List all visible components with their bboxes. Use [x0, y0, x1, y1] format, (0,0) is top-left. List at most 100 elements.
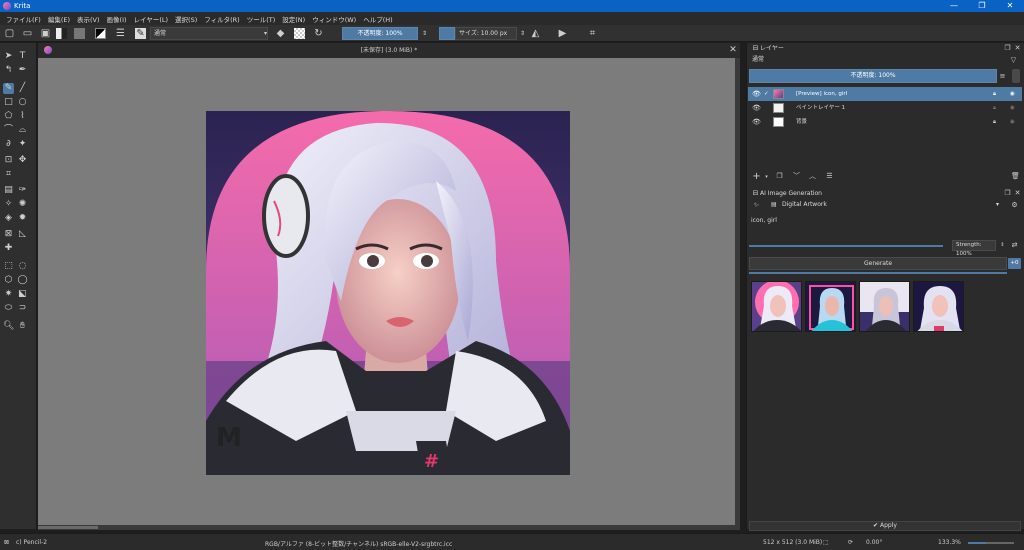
opacity-stepper-icon[interactable]: ⇕	[419, 28, 430, 39]
bezier-tool-icon[interactable]: ⌒	[3, 125, 14, 136]
preserve-alpha-icon[interactable]	[294, 28, 305, 39]
menu-window[interactable]: ウィンドウ(W)	[312, 14, 356, 24]
close-panel-icon[interactable]: ✕	[1013, 44, 1022, 53]
gradient-tool-icon[interactable]: ▤	[3, 185, 14, 196]
polygon-tool-icon[interactable]: ⬠	[3, 111, 14, 122]
color-picker-icon[interactable]: ✑	[17, 185, 28, 196]
multibrush-icon[interactable]: ✦	[17, 139, 28, 150]
stepper-icon[interactable]: ⇕	[998, 241, 1007, 250]
reference-tool-icon[interactable]: ✚	[3, 243, 14, 254]
layer-blend-mode-select[interactable]: 通常	[749, 55, 1007, 66]
layer-properties-icon[interactable]: ☰	[825, 172, 834, 181]
new-document-icon[interactable]: ▢	[4, 28, 15, 39]
reload-preset-icon[interactable]: ↻	[313, 28, 324, 39]
document-tab[interactable]: [未保存] (3.0 MiB) *	[38, 43, 740, 58]
dynamic-brush-icon[interactable]: ∂	[3, 139, 14, 150]
eraser-icon[interactable]: ◆	[275, 28, 286, 39]
eye-icon[interactable]: 👁︎	[752, 115, 761, 129]
bezier-select-icon[interactable]: ⬭	[3, 303, 14, 314]
magic-wand-icon[interactable]: ✨︎	[752, 201, 761, 210]
chevron-down-icon[interactable]: ▾	[762, 173, 771, 182]
eye-icon[interactable]: 👁︎	[752, 101, 761, 115]
select-shapes-icon[interactable]: ➤	[3, 51, 14, 62]
polygon-select-icon[interactable]: ⬡	[3, 275, 14, 286]
freehand-brush-icon[interactable]: ✎	[3, 83, 14, 94]
layer-opacity-slider[interactable]: 不透明度: 100%	[749, 69, 997, 83]
filter-icon[interactable]: ▽	[1009, 56, 1018, 65]
brush-preset-icon[interactable]: ✎	[135, 28, 146, 39]
magnetic-select-icon[interactable]: ⊃	[17, 303, 28, 314]
settings-gear-icon[interactable]: ⚙︎	[1010, 201, 1019, 210]
pan-tool-icon[interactable]: ✋︎	[17, 321, 28, 332]
rectangle-tool-icon[interactable]: □	[3, 97, 14, 108]
strength-slider[interactable]	[749, 245, 943, 247]
edit-shapes-icon[interactable]: ↰	[3, 65, 14, 76]
close-document-icon[interactable]: ✕	[726, 43, 740, 58]
float-panel-icon[interactable]: ❐	[1003, 189, 1012, 198]
rect-select-icon[interactable]: ⬚	[3, 261, 14, 272]
horizontal-scrollbar[interactable]	[38, 525, 740, 530]
alpha-icon[interactable]: ◉	[1010, 87, 1015, 101]
polyline-tool-icon[interactable]: ⌇	[17, 111, 28, 122]
mirror-vertical-icon[interactable]: ▶	[557, 28, 568, 39]
control-layer-icon[interactable]: ⇄	[1010, 241, 1019, 250]
rotate-icon[interactable]: ⟳	[848, 539, 853, 546]
brush-presets-icon[interactable]: ☰	[115, 28, 126, 39]
layer-row[interactable]: 👁︎ ✓ [Preview] icon, girl 🔒︎ ◉	[748, 87, 1022, 101]
calligraphy-icon[interactable]: ✒	[17, 65, 28, 76]
colorize-mask-icon[interactable]: ✧	[3, 199, 14, 210]
layer-row[interactable]: 👁︎ ペイントレイヤー 1 🔒︎ ◉	[748, 101, 1022, 115]
pattern-icon[interactable]	[74, 28, 85, 39]
panel-lock-icon[interactable]: ⊟	[751, 44, 760, 53]
float-panel-icon[interactable]: ❐	[1003, 44, 1012, 53]
lock-icon[interactable]: 🔒︎	[993, 87, 996, 101]
duplicate-layer-icon[interactable]: ❐	[775, 172, 784, 181]
lock-icon[interactable]: 🔒︎	[993, 115, 996, 129]
menu-select[interactable]: 選択(S)	[175, 14, 197, 24]
generate-button[interactable]: Generate	[749, 257, 1007, 270]
crop-tool-icon[interactable]: ⌗	[3, 169, 14, 180]
layers-scrollbar[interactable]	[1012, 69, 1020, 83]
prompt-input[interactable]: icon, girl	[749, 214, 1021, 238]
close-window-button[interactable]: ✕	[996, 0, 1024, 12]
lock-icon[interactable]: 🔒︎	[993, 101, 996, 115]
text-tool-icon[interactable]: T	[17, 51, 28, 62]
alpha-icon[interactable]: ◉	[1010, 101, 1015, 115]
transform-tool-icon[interactable]: ⊡	[3, 155, 14, 166]
zoom-tool-icon[interactable]: 🔍︎	[3, 321, 14, 332]
opacity-slider[interactable]: 不透明度: 100%	[342, 27, 418, 40]
delete-layer-icon[interactable]: 🗑︎	[1011, 172, 1020, 181]
strength-stepper[interactable]: Strength: 100%	[952, 240, 996, 257]
ellipse-select-icon[interactable]: ◌	[17, 261, 28, 272]
contiguous-select-icon[interactable]: ✷	[3, 289, 14, 300]
generated-image-thumbnail[interactable]	[751, 281, 802, 332]
canvas-artwork[interactable]: # M	[206, 111, 570, 475]
gradient-icon[interactable]	[56, 28, 67, 39]
foreground-background-color-icon[interactable]	[95, 28, 106, 39]
ellipse-tool-icon[interactable]: ○	[17, 97, 28, 108]
brush-preset-status-icon[interactable]: ⊠	[4, 539, 9, 546]
apply-button[interactable]: ✔ Apply	[749, 521, 1021, 531]
line-tool-icon[interactable]: ╱	[17, 83, 28, 94]
menu-layer[interactable]: レイヤー(L)	[134, 14, 169, 24]
menu-filter[interactable]: フィルタ(R)	[204, 14, 239, 24]
crop-icon[interactable]: ⌗	[587, 28, 598, 39]
similar-select-icon[interactable]: ⬕	[17, 289, 28, 300]
check-icon[interactable]: ✓	[764, 87, 769, 101]
mirror-horizontal-icon[interactable]: ◭	[530, 28, 541, 39]
minimize-button[interactable]: —	[940, 0, 968, 12]
menu-settings[interactable]: 設定(N)	[282, 14, 305, 24]
smart-patch-icon[interactable]: ✺	[17, 199, 28, 210]
add-layer-icon[interactable]: +	[752, 172, 761, 182]
menu-file[interactable]: ファイル(F)	[6, 14, 41, 24]
generated-image-thumbnail[interactable]	[913, 281, 964, 332]
queue-badge[interactable]: +0	[1008, 258, 1021, 269]
chevron-down-icon[interactable]: ▾	[260, 28, 271, 39]
style-select[interactable]: ▤ Digital Artwork ▾	[768, 200, 1006, 211]
close-panel-icon[interactable]: ✕	[1013, 189, 1022, 198]
menu-view[interactable]: 表示(V)	[77, 14, 100, 24]
fill-tool-icon[interactable]: ◈	[3, 213, 14, 224]
menu-lines-icon[interactable]: ≡	[998, 72, 1007, 81]
menu-tools[interactable]: ツール(T)	[247, 14, 276, 24]
size-stepper-icon[interactable]: ⇕	[517, 28, 528, 39]
